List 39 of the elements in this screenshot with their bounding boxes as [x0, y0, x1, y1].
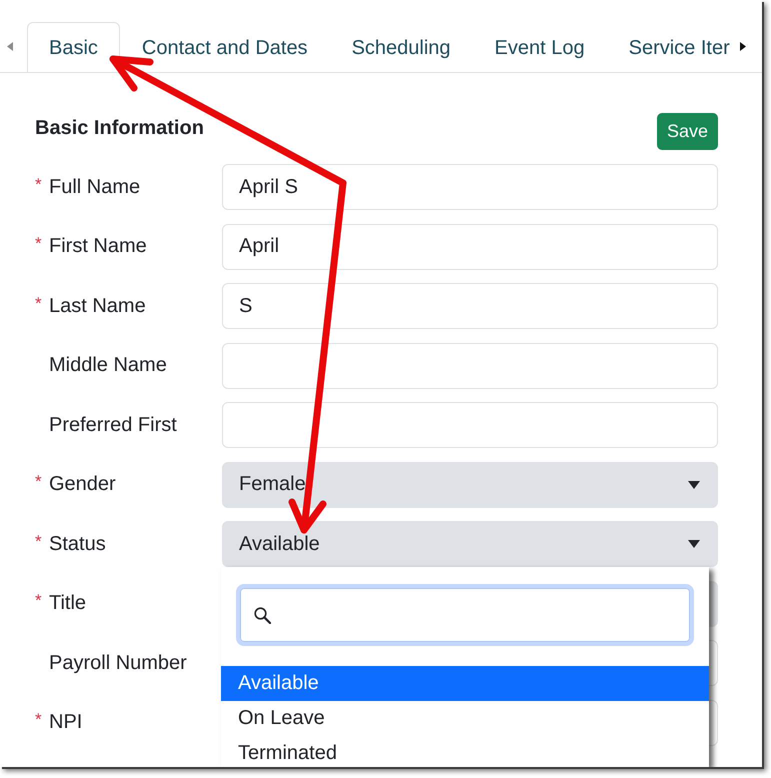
field-label: NPI — [49, 711, 82, 734]
text-field[interactable]: April S — [222, 164, 718, 210]
required-asterisk: * — [35, 710, 43, 730]
dropdown-option[interactable]: Terminated — [221, 736, 709, 767]
tab[interactable]: Contact and Dates — [120, 22, 330, 72]
required-asterisk: * — [35, 234, 43, 254]
required-asterisk: * — [35, 294, 43, 314]
field-label: Middle Name — [49, 354, 167, 377]
field-label: Payroll Number — [49, 652, 187, 674]
dropdown-option[interactable]: On Leave — [221, 701, 709, 736]
required-asterisk: * — [35, 591, 43, 611]
search-icon — [254, 606, 271, 624]
caret-down-icon — [688, 480, 700, 488]
text-field[interactable]: April — [222, 224, 718, 270]
dropdown-option[interactable]: Available — [221, 666, 709, 701]
field-label: Title — [49, 592, 86, 615]
required-asterisk: * — [35, 472, 43, 492]
field-label: Full Name — [49, 176, 140, 198]
required-asterisk: * — [35, 174, 43, 194]
field-label: Gender — [49, 473, 116, 496]
text-field[interactable]: S — [222, 283, 718, 329]
required-asterisk: * — [35, 532, 43, 552]
caret-right-icon[interactable] — [740, 42, 746, 50]
field-label: First Name — [49, 235, 147, 258]
section-title: Basic Information — [35, 116, 204, 141]
field-label: Status — [49, 532, 106, 556]
field-label: Preferred First — [49, 414, 177, 436]
tab[interactable]: Scheduling — [330, 22, 473, 72]
tab[interactable]: Basic — [27, 22, 120, 72]
text-field[interactable] — [222, 342, 718, 388]
search-field[interactable] — [236, 584, 694, 646]
tab[interactable]: Event Log — [472, 22, 607, 72]
text-field[interactable] — [222, 402, 718, 448]
save-button[interactable]: Save — [656, 113, 718, 150]
select-field[interactable]: Female — [222, 462, 718, 508]
tab[interactable]: Service Iter — [606, 22, 731, 72]
select-field[interactable]: Available — [222, 521, 718, 567]
caret-down-icon — [688, 540, 700, 548]
field-label: Last Name — [49, 294, 146, 318]
